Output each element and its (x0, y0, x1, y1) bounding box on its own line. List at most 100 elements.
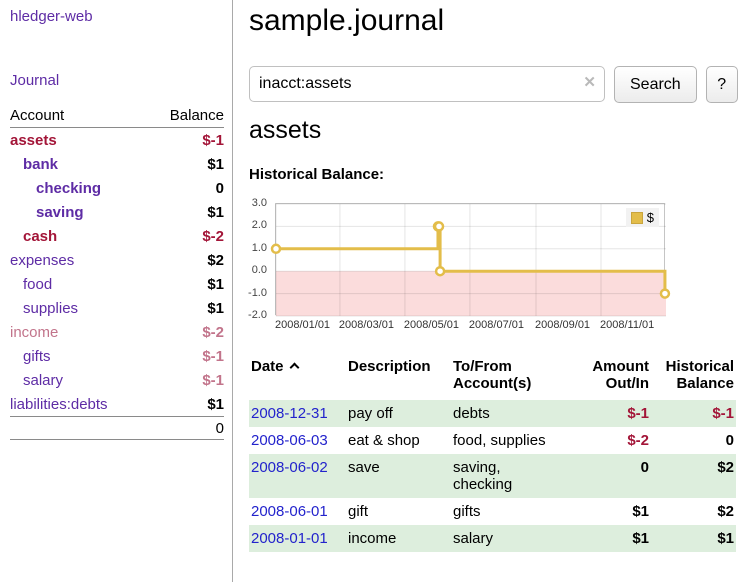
amount-cell: $1 (579, 498, 651, 525)
register-col-amount-line2: Out/In (606, 375, 649, 392)
sort-ascending-icon (289, 363, 299, 373)
account-balance: $1 (207, 300, 224, 317)
account-link-checking[interactable]: checking (10, 180, 101, 197)
account-link-salary[interactable]: salary (10, 372, 63, 389)
help-button[interactable]: ? (706, 66, 738, 103)
sidebar-item-journal[interactable]: Journal (10, 72, 59, 89)
accounts-cell: salary (451, 525, 579, 552)
account-balance: $1 (207, 156, 224, 173)
clear-search-icon[interactable]: ✕ (583, 75, 596, 90)
account-row: expenses $2 (10, 248, 224, 272)
search-input[interactable] (249, 66, 605, 102)
accounts-cell: debts (451, 400, 579, 427)
page-title: sample.journal (249, 4, 444, 38)
amount-cell: $1 (579, 525, 651, 552)
account-link-liabilities-debts[interactable]: liabilities:debts (10, 396, 108, 413)
transaction-date-link[interactable]: 2008-12-31 (251, 405, 328, 422)
x-axis-tick-label: 2008/05/01 (404, 319, 459, 331)
account-link-bank[interactable]: bank (10, 156, 58, 173)
register-col-balance: Historical Balance (651, 356, 736, 400)
account-row: bank $1 (10, 152, 224, 176)
chart-heading: Historical Balance: (249, 166, 384, 183)
balance-cell: $2 (651, 454, 736, 498)
x-axis-tick-label: 2008/11/01 (600, 319, 654, 331)
accounts-cell: saving, checking (451, 454, 579, 498)
x-axis-tick-label: 2008/03/01 (339, 319, 394, 331)
account-link-cash[interactable]: cash (10, 228, 57, 245)
register-col-balance-line2: Balance (676, 375, 734, 392)
account-row: gifts$-1 (10, 344, 224, 368)
account-link-income[interactable]: income (10, 324, 58, 341)
y-axis-tick-label: 1.0 (233, 242, 267, 254)
date-cell: 2008-12-31 (249, 400, 346, 427)
account-link-food[interactable]: food (10, 276, 52, 293)
register-header-row: Date Description To/From Account(s) Amou… (249, 356, 736, 400)
description-cell: income (346, 525, 451, 552)
balance-cell: $2 (651, 498, 736, 525)
search-bar: ✕ Search ? (249, 66, 738, 103)
chart-x-axis: 2008/01/01 2008/03/01 2008/05/01 2008/07/01… (233, 319, 723, 333)
search-box: ✕ (249, 66, 605, 103)
accounts-col-balance: Balance (170, 107, 224, 124)
legend-label: $ (647, 210, 654, 225)
y-axis-tick-label: -1.0 (233, 287, 267, 299)
register-row: 2008-06-02savesaving, checking0$2 (249, 454, 736, 498)
transaction-date-link[interactable]: 2008-06-03 (251, 432, 328, 449)
account-link-expenses[interactable]: expenses (10, 252, 74, 269)
description-cell: eat & shop (346, 427, 451, 454)
y-axis-tick-label: 0.0 (233, 264, 267, 276)
register-row: 2008-12-31pay offdebts$-1$-1 (249, 400, 736, 427)
register-table: Date Description To/From Account(s) Amou… (249, 356, 736, 552)
account-link-saving[interactable]: saving (10, 204, 84, 221)
account-balance: $1 (207, 396, 224, 413)
description-cell: pay off (346, 400, 451, 427)
accounts-cell: food, supplies (451, 427, 579, 454)
register-col-amount: Amount Out/In (579, 356, 651, 400)
x-axis-tick-label: 2008/01/01 (275, 319, 330, 331)
x-axis-tick-label: 2008/09/01 (535, 319, 590, 331)
y-axis-tick-label: 3.0 (233, 197, 267, 209)
chart-legend: $ (626, 208, 659, 227)
account-balance: $2 (207, 252, 224, 269)
app-title-link[interactable]: hledger-web (10, 8, 93, 25)
account-link-gifts[interactable]: gifts (10, 348, 51, 365)
transaction-date-link[interactable]: 2008-06-01 (251, 503, 328, 520)
search-button[interactable]: Search (614, 66, 697, 103)
balance-cell: 0 (651, 427, 736, 454)
sidebar: hledger-web Journal Account Balance asse… (0, 0, 233, 582)
accounts-total-value: 0 (216, 420, 224, 437)
description-cell: save (346, 454, 451, 498)
transaction-date-link[interactable]: 2008-06-02 (251, 459, 328, 476)
legend-swatch-icon (631, 212, 643, 224)
amount-cell: $-1 (579, 400, 651, 427)
register-col-accounts: To/From Account(s) (451, 356, 579, 400)
amount-cell: $-2 (579, 427, 651, 454)
account-balance: $-1 (202, 132, 224, 149)
register-col-amount-line1: Amount (592, 358, 649, 375)
main-content: sample.journal ✕ Search ? assets Histori… (233, 0, 742, 582)
transaction-date-link[interactable]: 2008-01-01 (251, 530, 328, 547)
account-row: salary $-1 (10, 368, 224, 392)
register-col-date-label: Date (251, 358, 284, 375)
accounts-col-account: Account (10, 107, 64, 124)
account-row: liabilities:debts $1 (10, 392, 224, 416)
register-row: 2008-01-01incomesalary$1$1 (249, 525, 736, 552)
account-balance: $-1 (202, 372, 224, 389)
register-row: 2008-06-03 eat & shopfood, supplies$-20 (249, 427, 736, 454)
account-balance: $1 (207, 276, 224, 293)
register-row: 2008-06-01giftgifts$1$2 (249, 498, 736, 525)
balance-chart: $ 2008/01/01 2008/03/01 2008/05/01 2008/07/… (233, 203, 723, 343)
balance-cell: $1 (651, 525, 736, 552)
account-balance: 0 (216, 180, 224, 197)
register-col-accounts-line1: To/From (453, 358, 512, 375)
account-heading: assets (249, 116, 321, 145)
account-row: cash$-2 (10, 224, 224, 248)
x-axis-tick-label: 2008/07/01 (469, 319, 524, 331)
register-col-date[interactable]: Date (249, 356, 346, 400)
account-link-supplies[interactable]: supplies (10, 300, 78, 317)
account-link-assets[interactable]: assets (10, 132, 57, 149)
register-col-accounts-line2: Account(s) (453, 375, 531, 392)
y-axis-tick-label: -2.0 (233, 309, 267, 321)
account-balance: $-2 (202, 324, 224, 341)
description-cell: gift (346, 498, 451, 525)
